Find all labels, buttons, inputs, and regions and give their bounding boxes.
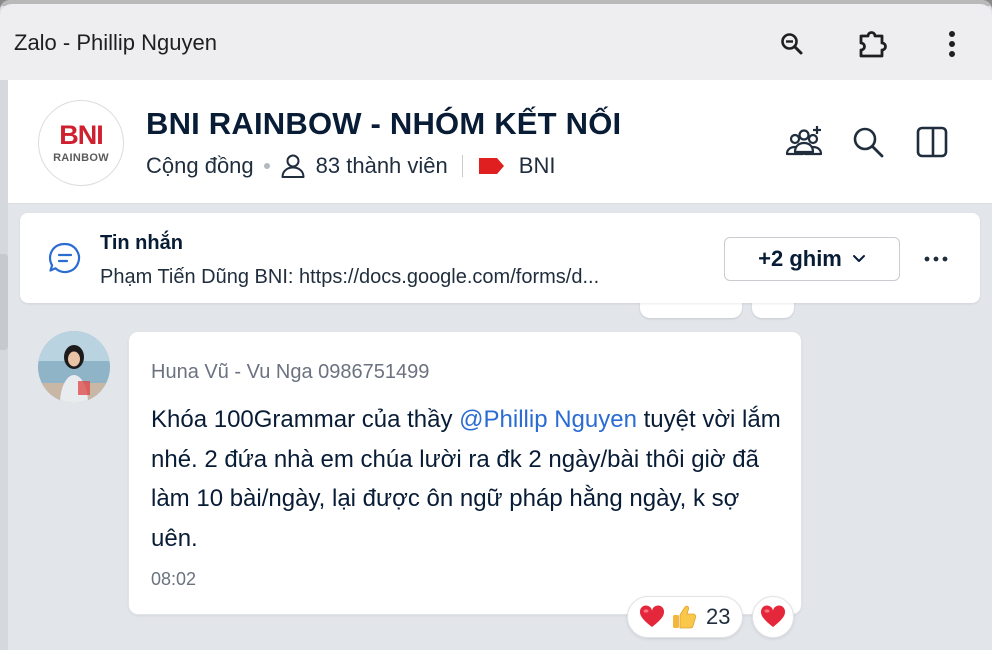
group-tag[interactable]: BNI (519, 153, 556, 179)
message-time: 08:02 (151, 569, 197, 589)
sidebar-panel-icon[interactable] (910, 120, 954, 164)
meta-separator-dot (263, 163, 270, 169)
mention-link[interactable]: @Phillip Nguyen (459, 406, 637, 433)
thumbs-up-icon (670, 603, 698, 631)
zoom-out-icon[interactable] (774, 26, 810, 62)
chevron-down-icon (852, 254, 866, 264)
more-pins-label: +2 ghim (758, 246, 842, 271)
group-avatar[interactable]: BNI RAINBOW (38, 100, 124, 186)
tag-icon (477, 156, 505, 176)
message-bubble[interactable]: Huna Vũ - Vu Nga 0986751499 Khóa 100Gram… (128, 331, 802, 615)
bni-logo-subtitle: RAINBOW (53, 152, 109, 164)
person-icon (280, 153, 306, 179)
sender-name[interactable]: Huna Vũ - Vu Nga 0986751499 (151, 361, 429, 384)
vertical-dots-icon[interactable] (934, 26, 970, 62)
group-meta: Cộng đồng 83 thành viên BNI (146, 153, 555, 179)
pinned-messages-bar[interactable]: Tin nhắn Phạm Tiến Dũng BNI: https://doc… (20, 213, 980, 303)
message-text-start: Khóa 100Grammar của thầy (151, 406, 460, 433)
title-bar: Zalo - Phillip Nguyen (0, 4, 992, 80)
message-bubble-icon (48, 241, 82, 280)
reaction-summary[interactable]: 23 (627, 596, 744, 638)
search-icon[interactable] (846, 120, 890, 164)
window-left-edge (0, 80, 8, 650)
scroll-edge (0, 254, 8, 350)
group-title[interactable]: BNI RAINBOW - NHÓM KẾT NỐI (146, 106, 621, 142)
conversation-header: BNI RAINBOW BNI RAINBOW - NHÓM KẾT NỐI C… (8, 80, 992, 204)
pinned-preview[interactable]: Phạm Tiến Dũng BNI: https://docs.google.… (100, 266, 710, 289)
reaction-count: 23 (706, 604, 731, 629)
message-text: Khóa 100Grammar của thầy @Phillip Nguyen… (151, 400, 781, 558)
pinned-title: Tin nhắn (100, 232, 183, 254)
bni-logo: BNI (59, 120, 103, 150)
member-count[interactable]: 83 thành viên (316, 153, 448, 179)
heart-icon (638, 603, 666, 631)
sender-avatar[interactable] (38, 331, 110, 403)
more-options-icon[interactable] (916, 241, 956, 277)
window-title: Zalo - Phillip Nguyen (14, 30, 217, 55)
heart-icon (759, 603, 787, 631)
add-reaction-button[interactable] (752, 596, 794, 638)
puzzle-icon[interactable] (854, 26, 890, 62)
add-member-icon[interactable] (782, 120, 826, 164)
more-pins-button[interactable]: +2 ghim (724, 237, 900, 281)
meta-separator (461, 155, 463, 177)
group-type: Cộng đồng (146, 153, 254, 178)
app-window: Zalo - Phillip Nguyen BNI RAINBOW BNI RA… (0, 0, 992, 650)
